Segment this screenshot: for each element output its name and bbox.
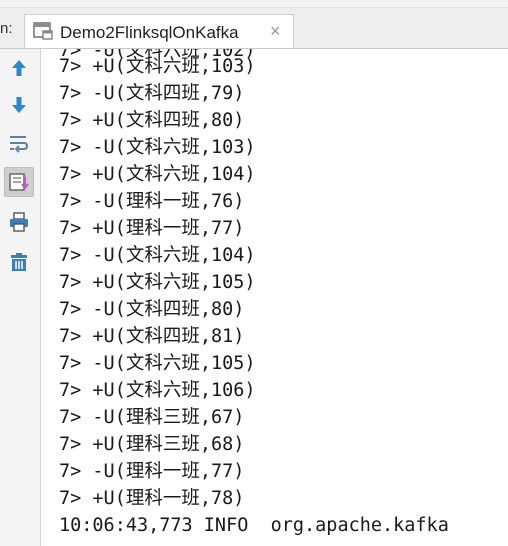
console-line: 7> +U(理科三班,68) [59,434,245,455]
console-output[interactable]: 7> -U(文科六班,102) 7> +U(文科六班,103) 7> -U(文科… [41,49,508,546]
console-line: 7> +U(文科六班,104) [59,164,256,185]
down-arrow-button[interactable] [4,90,34,120]
soft-wrap-icon [10,136,29,153]
console-line: 7> -U(理科一班,77) [59,461,245,482]
application-window-icon [33,22,53,40]
print-button[interactable] [4,207,34,237]
soft-wrap-button[interactable] [4,129,34,159]
console-line: 7> +U(理科一班,78) [59,488,245,509]
console-line: 7> +U(理科一班,77) [59,218,245,239]
console-toolbar [0,49,41,546]
scroll-to-end-button[interactable] [4,167,34,197]
console-line: 7> -U(理科三班,67) [59,407,245,428]
editor-tab-bar: n: Demo2FlinksqlOnKafka × [0,8,508,49]
console-log-line: 10:06:43,773 INFO org.apache.kafka [59,515,449,536]
trash-icon [11,253,27,271]
run-tab-demo2flinksqlonkafka[interactable]: Demo2FlinksqlOnKafka × [24,14,294,48]
console-line: 7> -U(文科四班,80) [59,299,245,320]
window-top-strip [0,0,508,8]
clear-all-button[interactable] [4,247,34,277]
console-line: 7> +U(文科四班,80) [59,110,245,131]
tab-prefix-label: n: [0,20,13,37]
console-line: 7> +U(文科六班,103) [59,56,256,77]
console-line: 7> -U(文科六班,105) [59,353,256,374]
console-line: 7> +U(文科六班,105) [59,272,256,293]
up-arrow-button[interactable] [4,53,34,83]
print-icon [10,212,28,232]
console-line: 7> +U(文科四班,81) [59,326,245,347]
console-line: 7> +U(文科六班,106) [59,380,256,401]
console-line: 7> -U(文科四班,79) [59,83,245,104]
console-line: 7> -U(理科一班,76) [59,191,245,212]
console-line: 7> -U(文科六班,104) [59,245,256,266]
console-line: 7> -U(文科六班,103) [59,137,256,158]
scroll-to-end-icon [9,173,29,191]
tab-close-icon[interactable]: × [270,21,281,42]
tab-title: Demo2FlinksqlOnKafka [60,23,239,42]
up-arrow-icon [12,60,26,76]
down-arrow-icon [12,97,26,113]
